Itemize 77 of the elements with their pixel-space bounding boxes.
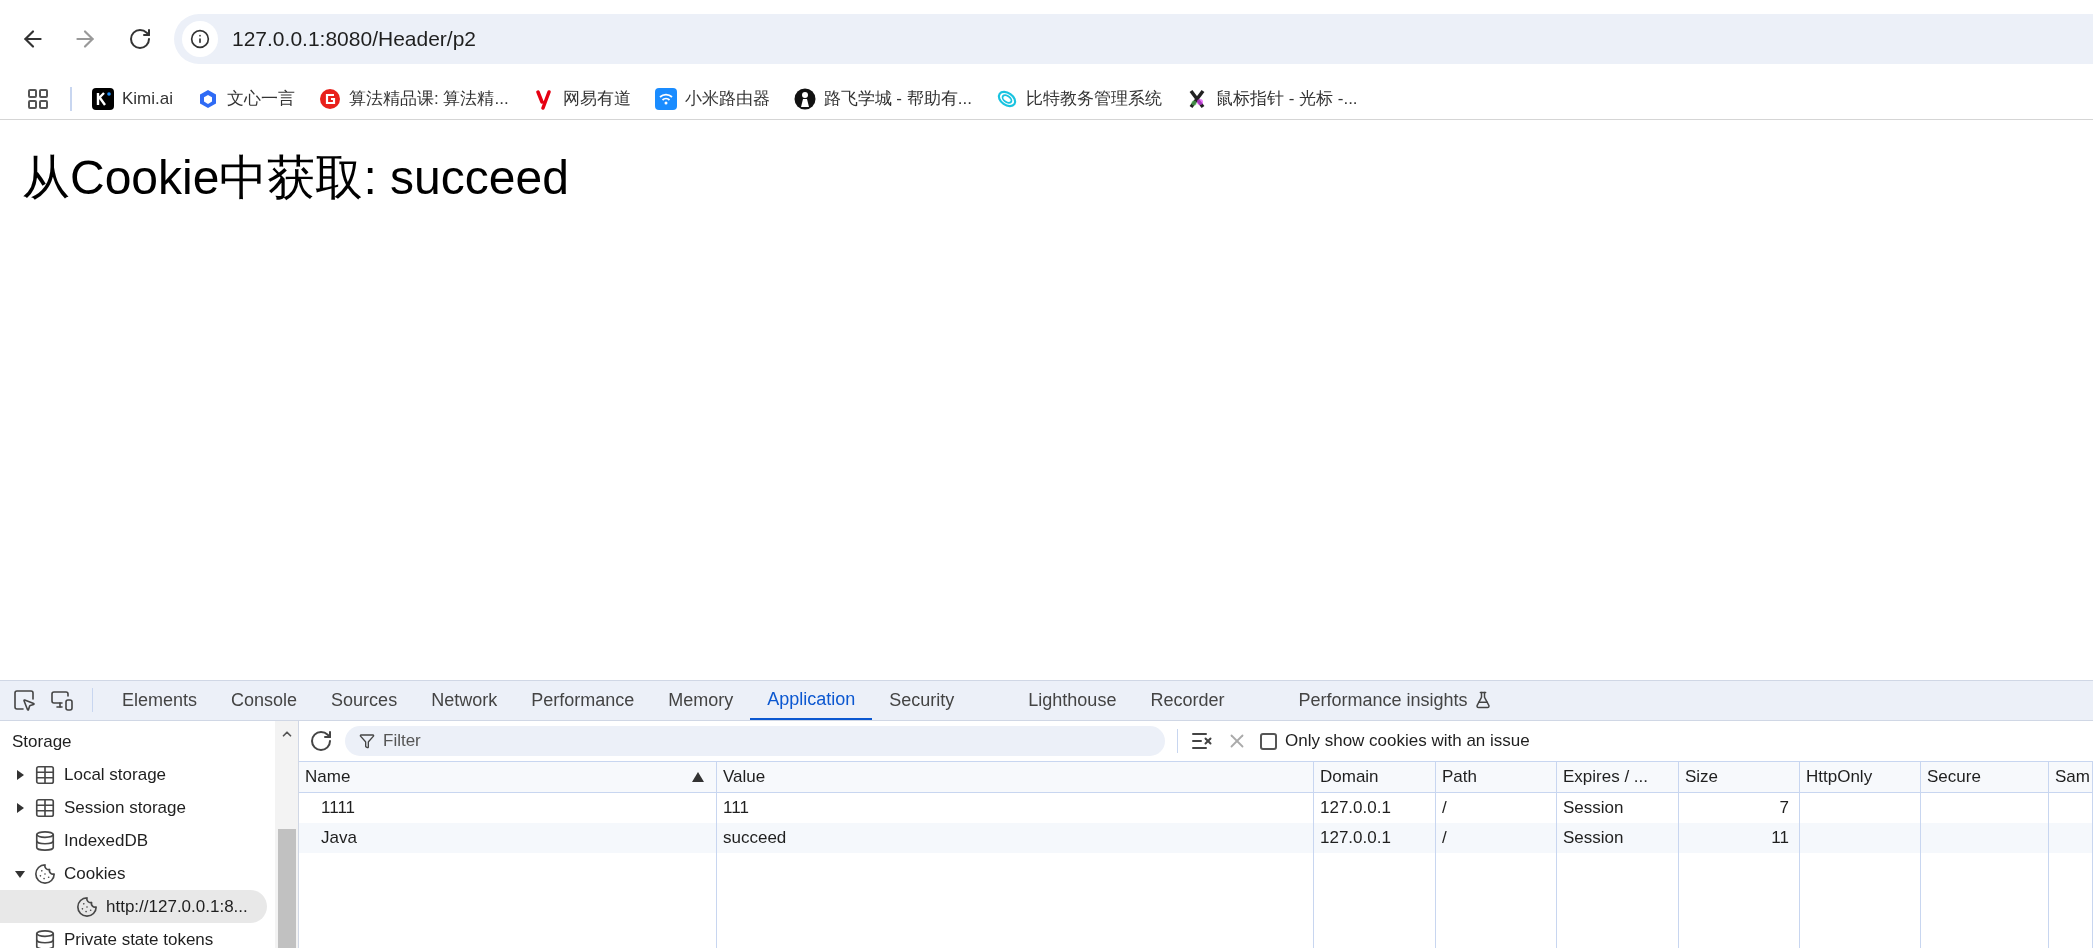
table-cell-text: /	[1442, 797, 1447, 820]
bookmark[interactable]: 算法精品课: 算法精...	[319, 85, 509, 112]
sidebar-item[interactable]: Private state tokens	[0, 923, 267, 948]
devtools-tab[interactable]: Console	[214, 680, 315, 720]
devtools-tab[interactable]: Performance	[514, 680, 652, 720]
cookie-icon	[76, 895, 98, 918]
column-header[interactable]: Sam	[2049, 762, 2093, 792]
column-header[interactable]: Size	[1679, 762, 1800, 792]
table-cell-text: Session	[1563, 797, 1624, 820]
table-cell-text: 7	[1779, 797, 1789, 820]
bookmark[interactable]: 小米路由器	[654, 85, 770, 112]
sidebar-item[interactable]: IndexedDB	[0, 824, 267, 857]
sidebar-item[interactable]: http://127.0.0.1:8...	[0, 890, 267, 923]
sidebar-item[interactable]: Cookies	[0, 857, 267, 890]
devtools-tab[interactable]: Elements	[105, 680, 215, 720]
column-header[interactable]: Expires / ...	[1557, 762, 1679, 792]
bookmark[interactable]: 比特教务管理系统	[995, 85, 1162, 112]
column-header[interactable]: HttpOnly	[1800, 762, 1921, 792]
collapsed-arrow-icon[interactable]	[15, 769, 25, 780]
scrollbar[interactable]	[275, 721, 298, 948]
table-cell-text: 127.0.0.1	[1320, 797, 1391, 820]
table-cell-text: 1111	[321, 797, 356, 820]
devtools-tab[interactable]: Memory	[651, 680, 751, 720]
sidebar-item[interactable]: Local storage	[0, 758, 267, 791]
wifi-icon	[654, 87, 677, 110]
address-bar[interactable]: 127.0.0.1:8080/Header/p2	[174, 14, 2093, 64]
table-icon	[34, 796, 56, 819]
collapsed-arrow-icon[interactable]	[15, 802, 25, 813]
database-icon	[34, 928, 56, 948]
table-cell-text: succeed	[723, 827, 787, 850]
sort-ascending-icon	[692, 772, 704, 782]
table-icon	[34, 763, 56, 786]
person-icon	[793, 87, 816, 110]
cube-icon	[197, 87, 219, 110]
bookmark[interactable]: 文心一言	[197, 85, 295, 112]
expanded-arrow-icon[interactable]	[15, 868, 25, 879]
cookie-icon	[34, 862, 56, 885]
inspect-icon[interactable]	[12, 688, 36, 712]
devtools-tab[interactable]: Application	[750, 680, 873, 720]
reload-button[interactable]	[128, 27, 152, 51]
filter-icon	[359, 733, 375, 749]
column-header[interactable]: Path	[1436, 762, 1557, 792]
devtools-tab[interactable]: Security	[872, 680, 972, 720]
page-heading: 从Cookie中获取: succeed	[22, 150, 570, 206]
devtools-tab[interactable]: Recorder	[1133, 680, 1242, 720]
refresh-button[interactable]	[309, 729, 333, 753]
table-cell-text: Session	[1563, 827, 1624, 850]
apps-icon[interactable]	[26, 86, 50, 111]
bookmark[interactable]: 路飞学城 - 帮助有...	[793, 85, 972, 112]
column-header[interactable]: Name	[299, 762, 717, 792]
g-logo-icon	[319, 87, 341, 110]
sidebar-heading: Storage	[11, 730, 73, 753]
devtools-tab[interactable]: Sources	[314, 680, 415, 720]
table-cell-text: Java	[321, 827, 357, 850]
sidebar-item[interactable]: Session storage	[0, 791, 267, 824]
table-cell-text: /	[1442, 827, 1447, 850]
table-cell-text: 127.0.0.1	[1320, 827, 1391, 850]
flask-icon	[1473, 691, 1492, 709]
only-issues-checkbox[interactable]	[1260, 732, 1277, 750]
info-icon[interactable]	[190, 29, 210, 49]
devtools-tab[interactable]: Lighthouse	[1011, 680, 1134, 720]
devtools-tab[interactable]: Network	[414, 680, 515, 720]
k-logo-icon	[92, 87, 114, 110]
devtools-tab[interactable]: Performance insights	[1281, 680, 1509, 720]
bookmark[interactable]: Kimi.ai	[92, 85, 173, 112]
table-cell-text: 11	[1771, 827, 1789, 850]
filter-field[interactable]: Filter	[345, 726, 1165, 756]
column-header[interactable]: Secure	[1921, 762, 2049, 792]
url-text: 127.0.0.1:8080/Header/p2	[232, 26, 477, 53]
bookmark[interactable]: 网易有道	[532, 85, 631, 112]
column-header[interactable]: Value	[717, 762, 1314, 792]
database-icon	[34, 829, 56, 852]
column-header[interactable]: Domain	[1314, 762, 1436, 792]
table-cell-text: 111	[723, 797, 749, 820]
checkbox-label: Only show cookies with an issue	[1285, 730, 1530, 753]
bookmark[interactable]: 鼠标指针 - 光标 -...	[1185, 85, 1358, 112]
device-toolbar-icon[interactable]	[50, 688, 74, 712]
